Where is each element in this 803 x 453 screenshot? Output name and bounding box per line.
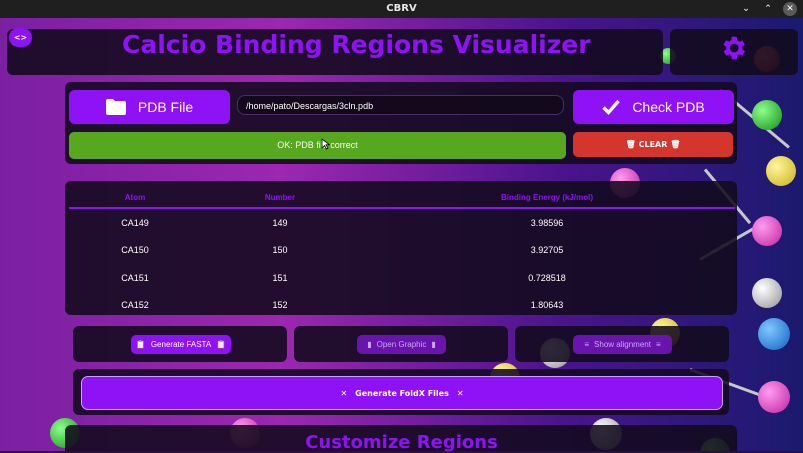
cell-atom: CA152: [121, 300, 149, 311]
cell-atom: CA149: [121, 217, 149, 228]
list-icon: ≡: [655, 340, 661, 349]
column-header-number: Number: [201, 188, 359, 209]
page-title: Calcio Binding Regions Visualizer: [122, 30, 591, 59]
chart-icon: ▮: [431, 340, 436, 349]
cell-number: 150: [272, 245, 288, 256]
settings-button[interactable]: [718, 33, 748, 63]
trash-icon: 🗑: [670, 140, 681, 149]
table-row[interactable]: CA150 150 3.92705: [69, 237, 735, 265]
show-alignment-label: Show alignment: [594, 340, 651, 349]
clipboard-icon: 📋: [216, 340, 227, 349]
cell-number: 152: [272, 300, 288, 311]
generate-fasta-label: Generate FASTA: [150, 340, 212, 349]
cell-energy: 3.92705: [530, 245, 564, 256]
clipboard-icon: 📋: [135, 340, 146, 349]
cell-energy: 1.80643: [530, 300, 564, 311]
pdb-file-label: PDB File: [137, 99, 194, 115]
table-row[interactable]: CA151 151 0.728518: [69, 264, 735, 292]
chart-icon: ▮: [367, 340, 372, 349]
cell-number: 149: [272, 217, 288, 228]
pdb-file-button[interactable]: PDB File: [69, 90, 230, 124]
pdb-status-message: OK: PDB file correct: [69, 132, 566, 159]
folder-icon: [105, 99, 126, 115]
results-table: Atom Number Binding Energy (kJ/mol) CA14…: [69, 188, 735, 319]
window-titlebar: CBRV ⌄ ⌃ ✕: [0, 0, 803, 18]
cell-atom: CA151: [121, 272, 149, 283]
pdb-path-input[interactable]: /home/pato/Descargas/3cln.pdb: [237, 95, 564, 115]
maximize-icon[interactable]: ⌃: [761, 2, 775, 16]
generate-fasta-button[interactable]: 📋 Generate FASTA 📋: [131, 335, 231, 354]
show-alignment-button[interactable]: ≡ Show alignment ≡: [573, 335, 672, 354]
open-graphic-label: Open Graphic: [376, 340, 427, 349]
column-header-energy: Binding Energy (kJ/mol): [359, 188, 735, 209]
column-header-atom: Atom: [69, 188, 201, 209]
open-graphic-button[interactable]: ▮ Open Graphic ▮: [357, 335, 446, 354]
generate-foldx-button[interactable]: ✕ Generate FoldX Files ✕: [81, 376, 723, 410]
customize-regions-heading: Customize Regions: [305, 432, 498, 453]
tools-icon: ✕: [456, 388, 464, 398]
cell-number: 151: [272, 272, 288, 283]
check-pdb-button[interactable]: Check PDB: [573, 90, 734, 124]
clear-label: CLEAR: [638, 140, 668, 149]
check-pdb-label: Check PDB: [632, 99, 705, 115]
table-header-row: Atom Number Binding Energy (kJ/mol): [69, 188, 735, 209]
check-icon: [602, 99, 621, 115]
minimize-icon[interactable]: ⌄: [739, 2, 753, 16]
tools-icon: ✕: [340, 388, 348, 398]
table-row[interactable]: CA152 152 1.80643: [69, 292, 735, 320]
cell-atom: CA150: [121, 245, 149, 256]
window-title: CBRV: [386, 3, 417, 14]
clear-button[interactable]: 🗑 CLEAR 🗑: [573, 132, 733, 157]
gear-icon: [723, 36, 745, 60]
list-icon: ≡: [584, 340, 590, 349]
generate-foldx-label: Generate FoldX Files: [355, 388, 449, 398]
trash-icon: 🗑: [625, 140, 636, 149]
cell-energy: 0.728518: [528, 272, 566, 283]
sidebar-toggle-button[interactable]: <>: [9, 28, 32, 47]
close-icon[interactable]: ✕: [783, 2, 797, 16]
cursor-icon: [321, 138, 331, 150]
cell-energy: 3.98596: [530, 217, 564, 228]
status-text: OK: PDB file correct: [277, 140, 358, 150]
table-row[interactable]: CA149 149 3.98596: [69, 208, 735, 237]
